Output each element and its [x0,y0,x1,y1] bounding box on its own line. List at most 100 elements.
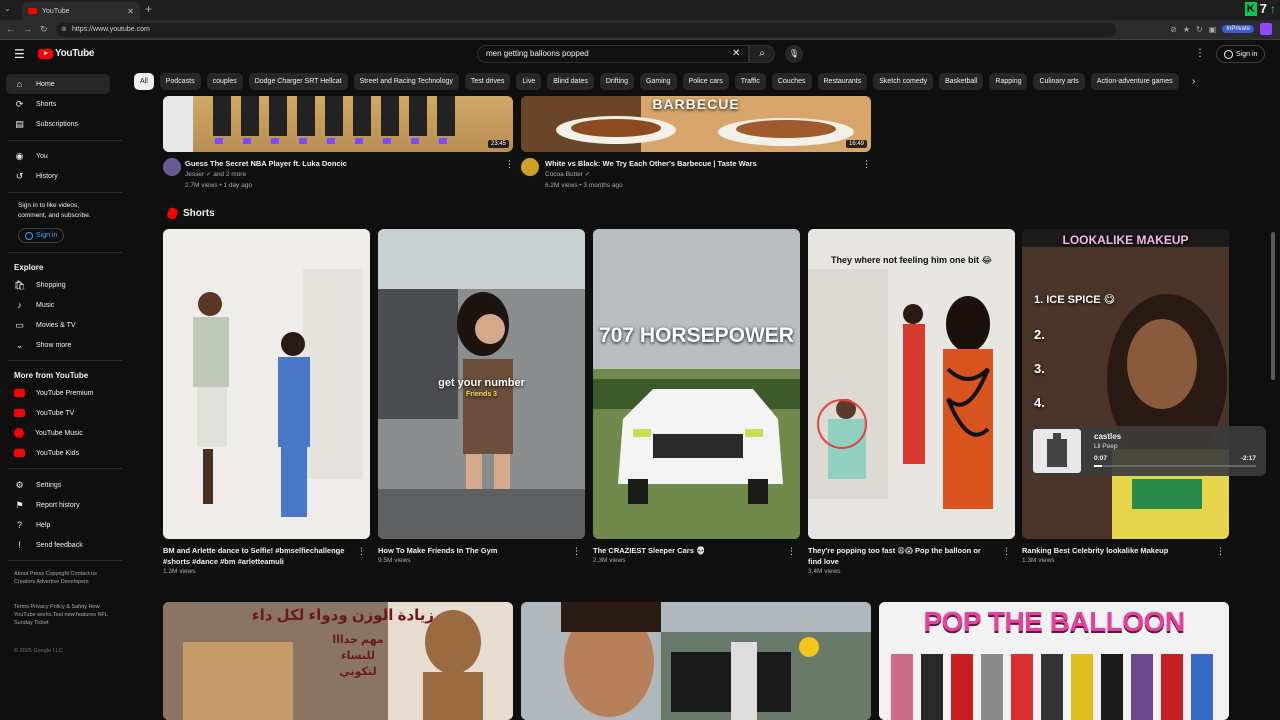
explore-heading: Explore [14,263,44,272]
filter-chip[interactable]: Podcasts [159,73,201,90]
filter-chip[interactable]: Restaurants [817,73,868,90]
extension-k-icon[interactable]: K [1244,2,1257,16]
site-info-icon[interactable]: ⊚ [61,23,67,37]
sidebar-item-help[interactable]: ? Help [6,515,110,535]
short-overlay-subtext: Friends 3 [465,391,498,398]
filter-chip[interactable]: couples [206,73,243,90]
page-scrollbar[interactable] [1271,232,1275,380]
sidebar-item-you[interactable]: ◉ You [6,146,110,166]
sidebar-signin-button[interactable]: Sign in [18,228,65,243]
sidebar-item-premium[interactable]: YouTube Premium [6,383,110,403]
menu-icon[interactable]: ☰ [14,48,25,60]
filter-chip[interactable]: Live [516,73,542,90]
filter-chip[interactable]: Gaming [640,73,677,90]
filter-chip[interactable]: Culinary arts [1033,73,1085,90]
now-playing-overlay[interactable]: castles Lil Peep 0:07 -2:17 [1030,426,1266,476]
sidebar-item-history[interactable]: ↺ History [6,166,110,186]
video-thumbnail[interactable]: BARBECUE 16:49 [521,96,871,152]
video-title[interactable]: White vs Black: We Try Each Other's Barb… [545,159,855,169]
sidebar-item-music[interactable]: ♪ Music [6,295,110,315]
channel-avatar[interactable] [163,158,181,176]
sidebar-item-send-feedback[interactable]: ! Send feedback [6,535,110,555]
short-thumbnail[interactable]: get your number Friends 3 [378,229,585,539]
url-field[interactable]: ⊚ https://www.youtube.com [56,23,1116,37]
settings-more-icon[interactable]: ⋮ [1195,48,1205,59]
nav-buttons[interactable]: ←→↻ [6,24,56,35]
new-tab-icon[interactable]: + [145,2,152,16]
short-menu-icon[interactable]: ⋮ [357,546,366,557]
sidebar-item-subscriptions[interactable]: ▤ Subscriptions [6,114,110,134]
short-menu-icon[interactable]: ⋮ [787,546,796,557]
close-tab-icon[interactable]: ✕ [127,7,134,16]
filter-chip[interactable]: Sketch comedy [873,73,934,90]
sidebar-item-youtube-tv[interactable]: YouTube TV [6,403,110,423]
youtube-logo[interactable]: YouTube [38,48,95,59]
filter-chip[interactable]: Rapping [989,73,1028,90]
sidebar-item-home[interactable]: ⌂ Home [6,74,110,94]
header-signin-button[interactable]: Sign in [1216,45,1266,63]
filter-chip[interactable]: Action-adventure games [1090,73,1179,90]
tab-list-icon[interactable]: ⌄ [4,4,11,13]
footer-links-secondary[interactable]: Terms Privacy Policy & Safety How YouTub… [14,603,114,627]
short-title[interactable]: The CRAZIEST Sleeper Cars 💀 [593,545,778,556]
clear-search-icon[interactable]: ✕ [732,45,740,63]
video-thumbnail[interactable]: 23:45 [163,96,513,152]
sidebar-item-report-history[interactable]: ⚑ Report history [6,495,110,515]
footer-links-primary[interactable]: About Press Copyright Contact us Creator… [14,570,114,586]
short-menu-icon[interactable]: ⋮ [572,546,581,557]
video-thumbnail[interactable] [521,602,871,720]
short-thumbnail[interactable]: LOOKALIKE MAKEUP 1. ICE SPICE 😋 2. 3. 4. [1022,229,1229,539]
sidebar-item-youtube-music[interactable]: YouTube Music [6,423,110,443]
video-title[interactable]: Guess The Secret NBA Player ft. Luka Don… [185,159,495,169]
tracking-icon[interactable]: ⊘ [1170,25,1177,34]
channel-name[interactable]: Cocoa Butter ✓ [545,170,590,180]
filter-chip[interactable]: Drifting [599,73,635,90]
extension-7-icon[interactable]: 7 [1260,2,1267,16]
filter-chip[interactable]: Street and Racing Technology [353,73,459,90]
sidebar-item-movies[interactable]: ▭ Movies & TV [6,315,110,335]
video-thumbnail[interactable]: زيادة الوزن ودواء لكل داء مهم جدااا للنس… [163,602,513,720]
filter-chip[interactable]: Police cars [682,73,729,90]
channel-name[interactable]: Jesser ✓ and 2 more [185,170,246,180]
video-menu-icon[interactable]: ⋮ [505,159,514,170]
ranking-item: 2. [1034,327,1045,342]
album-art [1033,429,1081,473]
filter-chip[interactable]: Test drives [464,73,511,90]
filter-chip[interactable]: Basketball [939,73,984,90]
browser-tab[interactable]: YouTube ✕ [22,2,140,20]
sidebar-item-settings[interactable]: ⚙ Settings [6,475,110,495]
short-thumbnail[interactable] [163,229,370,539]
chips-next-icon[interactable]: › [1192,76,1195,87]
filter-chip[interactable]: All [134,73,154,90]
short-menu-icon[interactable]: ⋮ [1002,546,1011,557]
sidebar-item-shorts[interactable]: ⟳ Shorts [6,94,110,114]
short-title[interactable]: BM and Arlette dance to Selfie! #bmselfi… [163,545,348,567]
favorite-star-icon[interactable]: ★ [1183,25,1190,34]
sidebar-item-youtube-kids[interactable]: YouTube Kids [6,443,110,463]
short-title[interactable]: Ranking Best Celebrity lookalike Makeup [1022,545,1207,556]
voice-search-button[interactable]: 🎙 [785,45,803,63]
extension-arrow-icon[interactable]: ↑ [1270,2,1276,16]
filter-chip[interactable]: Couches [771,73,812,90]
short-menu-icon[interactable]: ⋮ [1216,546,1225,557]
short-thumbnail[interactable]: 707 HORSEPOWER [593,229,800,539]
video-thumbnail[interactable]: POP THE BALLOON [879,602,1229,720]
video-menu-icon[interactable]: ⋮ [862,159,871,170]
short-thumbnail[interactable]: They where not feeling him one bit 😂 [808,229,1015,539]
short-title[interactable]: They're popping too fast 😩😱 Pop the ball… [808,545,993,567]
filter-chip[interactable]: Dodge Charger SRT Hellcat [248,73,348,90]
filter-chip[interactable]: Blind dates [547,73,594,90]
channel-avatar[interactable] [521,158,539,176]
feedback-icon: ! [18,539,21,550]
collections-icon[interactable]: ▣ [1209,25,1217,34]
inprivate-badge[interactable]: InPrivate [1222,25,1254,33]
refresh-page-icon[interactable]: ↻ [1196,25,1203,34]
search-button[interactable]: ⌕ [749,45,775,63]
sidebar-item-show-more[interactable]: ⌄ Show more [6,335,110,355]
filter-chip[interactable]: Traffic [734,73,766,90]
search-input[interactable]: men getting balloons popped [477,45,749,63]
short-title[interactable]: How To Make Friends In The Gym [378,545,563,556]
twitch-extension-icon[interactable] [1260,23,1272,35]
sidebar-item-shopping[interactable]: 🛍 Shopping [6,275,110,295]
track-progress-bar[interactable] [1094,465,1256,467]
